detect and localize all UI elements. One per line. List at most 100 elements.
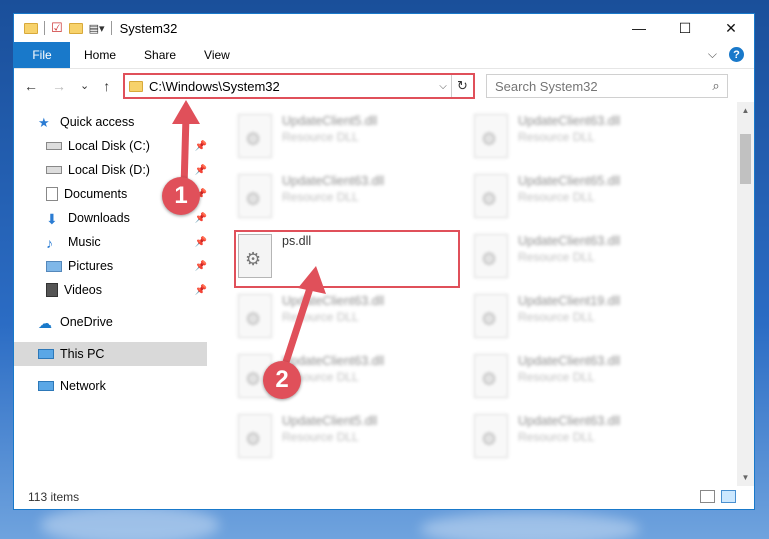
sidebar-item-label: OneDrive <box>60 315 113 329</box>
dll-file-icon <box>474 234 508 278</box>
music-icon: ♪ <box>46 235 53 251</box>
file-item[interactable]: UpdateClient63.dll Resource DLL <box>474 110 694 162</box>
sidebar-item-label: Music <box>68 235 101 249</box>
close-button[interactable]: ✕ <box>708 14 754 42</box>
chevron-down-icon[interactable]: ⌵ <box>435 81 451 92</box>
window-controls: — ☐ ✕ <box>616 14 754 42</box>
scroll-thumb[interactable] <box>740 134 751 184</box>
properties-icon[interactable]: ☑ <box>51 20 63 36</box>
file-type: Resource DLL <box>518 130 595 144</box>
file-item[interactable]: UpdateClient5.dll Resource DLL <box>238 410 458 462</box>
callout-badge-2: 2 <box>263 361 301 399</box>
view-buttons <box>700 490 736 503</box>
recent-locations-button[interactable]: ⌄ <box>80 79 89 92</box>
sidebar-item-label: Videos <box>64 283 102 297</box>
sidebar-item-label: Documents <box>64 187 128 201</box>
sidebar-item-onedrive[interactable]: ☁ OneDrive <box>14 310 207 334</box>
vertical-scrollbar[interactable]: ▲ ▼ <box>737 102 754 486</box>
search-icon[interactable]: ⌕ <box>705 78 727 94</box>
dll-file-icon <box>238 414 272 458</box>
ribbon-tabs: File Home Share View ⌵ ? <box>14 42 754 68</box>
sidebar-item-pictures[interactable]: Pictures 📌 <box>14 254 207 278</box>
callout-arrow-2 <box>282 266 326 364</box>
file-item[interactable]: UpdateClient63.dllResource DLL <box>238 170 458 222</box>
file-highlight-box <box>234 230 460 288</box>
ribbon-right-controls: ⌵ ? <box>708 47 744 62</box>
file-item[interactable]: UpdateClient65.dll Resource DLL <box>474 170 694 222</box>
dll-file-icon <box>474 174 508 218</box>
dll-file-icon <box>474 354 508 398</box>
help-icon[interactable]: ? <box>729 47 744 62</box>
title-bar: ☑ ▤▾ System32 — ☐ ✕ <box>14 14 754 42</box>
file-item[interactable]: UpdateClient63.dllResource DLL <box>474 350 694 402</box>
sidebar-item-label: Local Disk (D:) <box>68 163 150 177</box>
navigation-buttons: ← → ⌄ ↑ <box>14 78 110 94</box>
up-button[interactable]: ↑ <box>103 78 110 94</box>
file-type: Resource DLL <box>518 430 595 444</box>
folder-icon <box>24 22 38 34</box>
file-type: Resource DLL <box>518 310 595 324</box>
sidebar-item-network[interactable]: Network <box>14 374 207 398</box>
scroll-up-icon[interactable]: ▲ <box>737 102 754 119</box>
item-count: 113 items <box>28 490 80 504</box>
new-folder-icon[interactable] <box>68 22 83 34</box>
sidebar-item-label: Pictures <box>68 259 114 273</box>
search-input[interactable] <box>495 78 705 94</box>
sidebar-item-music[interactable]: ♪ Music 📌 <box>14 230 207 254</box>
tab-share[interactable]: Share <box>130 42 190 68</box>
minimize-button[interactable]: — <box>616 14 662 42</box>
drive-icon <box>46 142 62 150</box>
file-item[interactable]: UpdateClient63.dllResource DLL <box>474 230 694 282</box>
dll-file-icon <box>238 114 272 158</box>
tab-file[interactable]: File <box>14 42 70 68</box>
sidebar-item-this-pc[interactable]: This PC <box>14 342 207 366</box>
pictures-icon <box>46 260 62 272</box>
pin-icon[interactable]: 📌 <box>195 237 207 248</box>
drive-icon <box>46 166 62 174</box>
back-button[interactable]: ← <box>24 78 38 94</box>
file-name: UpdateClient5.dll <box>282 414 378 428</box>
dll-file-icon <box>474 114 508 158</box>
large-icons-view-icon[interactable] <box>721 490 736 503</box>
file-type: Resource DLL <box>518 250 595 264</box>
details-view-icon[interactable] <box>700 490 715 503</box>
address-row: ← → ⌄ ↑ C:\Windows\System32 ⌵ ↻ ⌕ <box>14 68 754 102</box>
pin-icon[interactable]: 📌 <box>195 285 207 296</box>
tab-home[interactable]: Home <box>70 42 130 68</box>
pin-icon[interactable]: 📌 <box>195 213 207 224</box>
forward-button[interactable]: → <box>52 78 66 94</box>
callout-badge-1: 1 <box>162 177 200 215</box>
dll-file-icon <box>238 294 272 338</box>
file-name: UpdateClient65.dll <box>518 174 621 188</box>
file-name: UpdateClient63.dll <box>282 174 385 188</box>
maximize-button[interactable]: ☐ <box>662 14 708 42</box>
scroll-down-icon[interactable]: ▼ <box>737 469 754 486</box>
toolbar-divider <box>44 21 45 35</box>
computer-icon <box>38 349 54 359</box>
downloads-icon: ⬇ <box>46 211 58 227</box>
file-type: Resource DLL <box>518 190 595 204</box>
customize-toolbar-icon[interactable]: ▤▾ <box>89 22 105 35</box>
sidebar-item-videos[interactable]: Videos 📌 <box>14 278 207 302</box>
file-item[interactable]: UpdateClient19.dll Resource DLL <box>474 290 694 342</box>
file-item[interactable]: UpdateClient63.dllResource DLL <box>238 290 458 342</box>
network-icon <box>38 381 54 391</box>
address-path[interactable]: C:\Windows\System32 <box>149 79 435 94</box>
content-area: ★ Quick access Local Disk (C:) 📌 Local D… <box>14 102 754 486</box>
quick-access-toolbar: ☑ ▤▾ <box>14 20 112 36</box>
tab-view[interactable]: View <box>190 42 244 68</box>
file-item[interactable]: UpdateClient5.dll Resource DLL <box>238 110 458 162</box>
dll-file-icon <box>238 174 272 218</box>
sidebar-item-label: Network <box>60 379 106 393</box>
status-bar: 113 items <box>14 485 754 509</box>
search-box[interactable]: ⌕ <box>486 74 728 98</box>
sidebar-item-label: Downloads <box>68 211 130 225</box>
folder-icon <box>129 80 143 92</box>
expand-ribbon-icon[interactable]: ⌵ <box>708 47 717 62</box>
videos-icon <box>46 283 58 297</box>
refresh-button[interactable]: ↻ <box>451 75 473 97</box>
file-item[interactable]: UpdateClient63.dllResource DLL <box>474 410 694 462</box>
pin-icon[interactable]: 📌 <box>195 261 207 272</box>
file-name: UpdateClient63.dll <box>518 114 621 128</box>
window-title: System32 <box>119 20 178 36</box>
